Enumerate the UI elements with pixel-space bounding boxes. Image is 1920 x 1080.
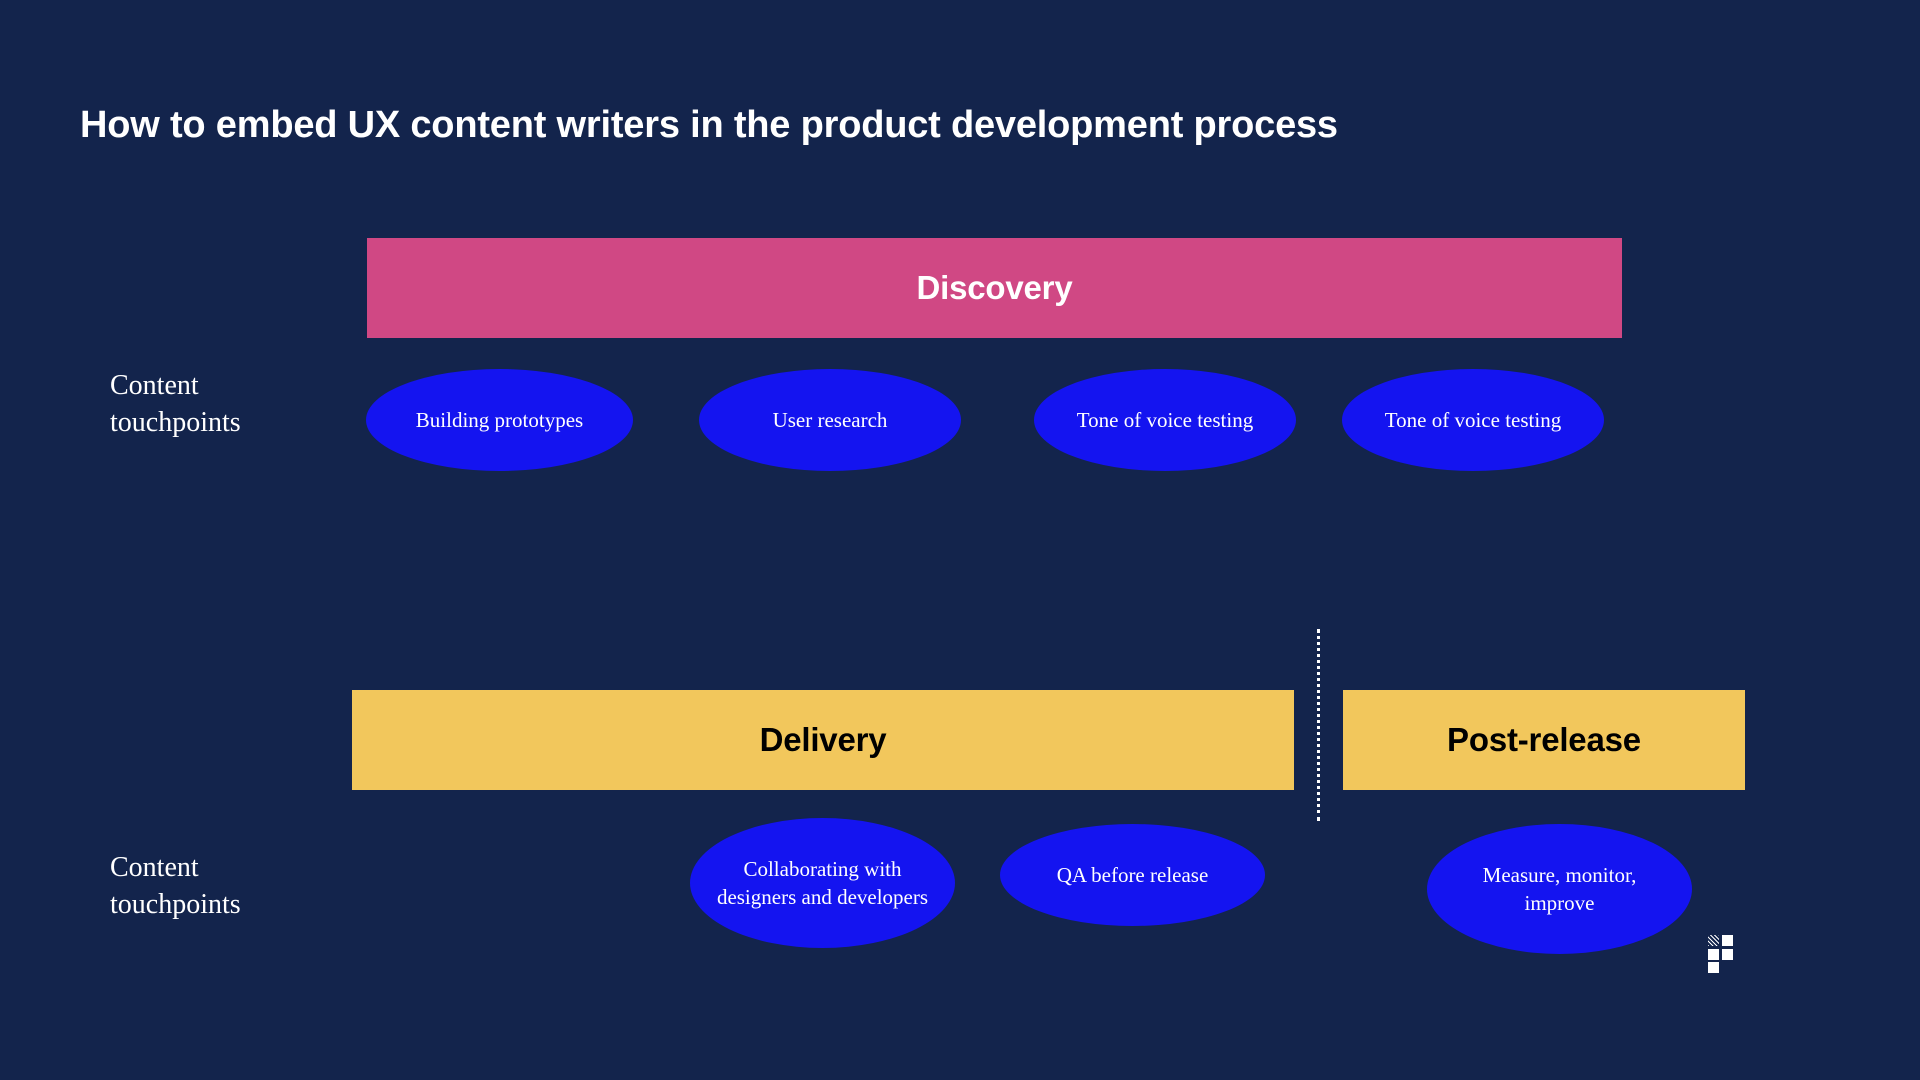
- touchpoint-label: Tone of voice testing: [1384, 407, 1562, 432]
- touchpoint-label: User research: [772, 407, 888, 432]
- slide-canvas: How to embed UX content writers in the p…: [0, 0, 1920, 1080]
- touchpoint-label: Tone of voice testing: [1076, 407, 1254, 432]
- phase-banner-discovery-label: Discovery: [916, 269, 1073, 306]
- touchpoint-tone-of-voice-testing-2[interactable]: Tone of voice testing: [1342, 369, 1604, 471]
- phase-banner-delivery[interactable]: Delivery: [352, 690, 1294, 790]
- row-label-content-touchpoints-bottom: Content touchpoints: [110, 852, 241, 920]
- touchpoint-label: Building prototypes: [415, 407, 584, 432]
- touchpoint-tone-of-voice-testing-1[interactable]: Tone of voice testing: [1034, 369, 1296, 471]
- touchpoint-user-research[interactable]: User research: [699, 369, 961, 471]
- phase-divider-dashed: [1317, 629, 1320, 821]
- touchpoint-measure-monitor-improve[interactable]: Measure, monitor, improve: [1427, 824, 1692, 954]
- touchpoint-label: Collaborating with designers and develop…: [716, 856, 929, 909]
- row-label-content-touchpoints-top: Content touchpoints: [110, 370, 241, 438]
- touchpoint-building-prototypes[interactable]: Building prototypes: [366, 369, 633, 471]
- logo-square-top-left: [1708, 935, 1719, 946]
- phase-banner-post-release-label: Post-release: [1447, 721, 1641, 758]
- logo-square-top-right: [1722, 935, 1733, 946]
- logo-square-bottom-left: [1708, 962, 1719, 973]
- logo-square-middle-right: [1722, 949, 1733, 960]
- touchpoint-collaborating-with-designers-and-developers[interactable]: Collaborating with designers and develop…: [690, 818, 955, 948]
- phase-banner-post-release[interactable]: Post-release: [1343, 690, 1745, 790]
- touchpoint-label: Measure, monitor, improve: [1482, 862, 1637, 915]
- grid-squares-logo-icon: [1708, 935, 1734, 973]
- phase-banner-discovery[interactable]: Discovery: [367, 238, 1622, 338]
- page-title: How to embed UX content writers in the p…: [80, 104, 1338, 147]
- logo-square-middle-left: [1708, 949, 1719, 960]
- touchpoint-label: QA before release: [1056, 862, 1209, 887]
- phase-banner-delivery-label: Delivery: [759, 721, 887, 758]
- touchpoint-qa-before-release[interactable]: QA before release: [1000, 824, 1265, 926]
